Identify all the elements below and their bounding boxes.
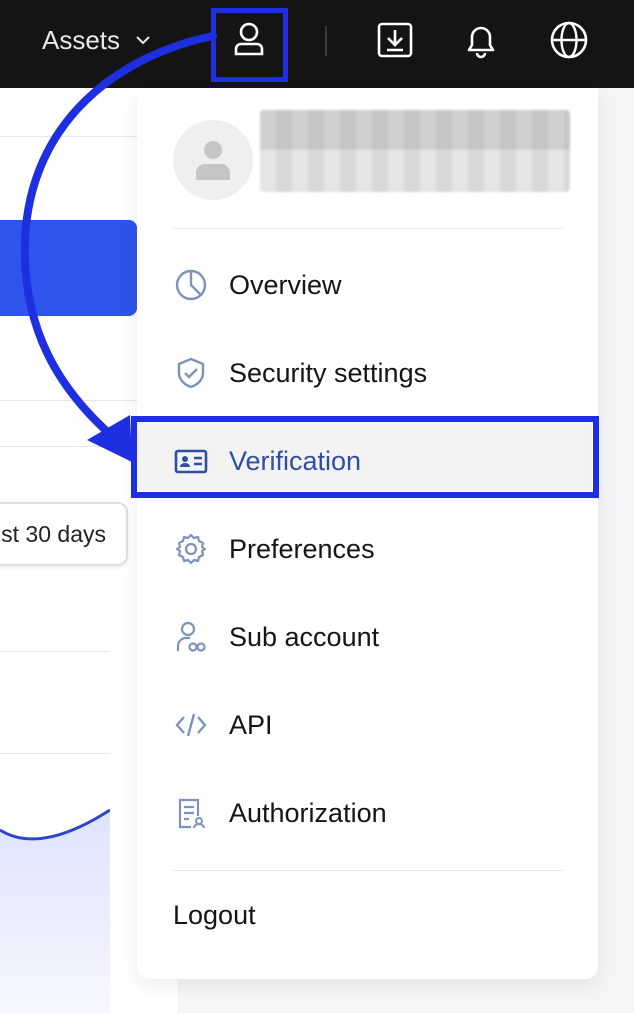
menu-item-label: Security settings: [229, 357, 428, 388]
verification-highlight-box: [131, 416, 599, 498]
menu-item-authorization[interactable]: Authorization: [173, 783, 563, 843]
menu-item-preferences[interactable]: Preferences: [173, 519, 563, 579]
profile-username-blurred: (blurred): [260, 110, 570, 192]
divider: [173, 228, 563, 229]
menu-item-overview[interactable]: Overview: [173, 255, 563, 315]
divider: [0, 753, 110, 754]
code-icon: [173, 707, 209, 743]
menu-item-label: API: [229, 709, 273, 740]
logout-button[interactable]: Logout: [173, 900, 256, 931]
gear-icon: [173, 531, 209, 567]
menu-item-label: Preferences: [229, 533, 375, 564]
bell-icon[interactable]: [457, 16, 505, 64]
download-icon[interactable]: [371, 16, 419, 64]
date-range-label: st 30 days: [1, 520, 106, 547]
nav-divider: [325, 26, 327, 56]
shield-check-icon: [173, 355, 209, 391]
divider: [0, 400, 137, 401]
pie-chart-icon: [173, 267, 209, 303]
menu-item-security-settings[interactable]: Security settings: [173, 343, 563, 403]
divider: [173, 870, 563, 871]
menu-item-sub-account[interactable]: Sub account: [173, 607, 563, 667]
globe-icon[interactable]: [545, 16, 593, 64]
assets-label: Assets: [42, 24, 121, 55]
chevron-down-icon: [136, 36, 150, 45]
menu-item-label: Authorization: [229, 797, 387, 828]
menu-item-label: Sub account: [229, 621, 380, 652]
date-range-button[interactable]: st 30 days: [0, 502, 128, 566]
divider: [0, 446, 137, 447]
primary-action-button[interactable]: [0, 220, 137, 316]
profile-dropdown-menu: (blurred) Overview Security settings Ver…: [134, 88, 598, 979]
menu-item-api[interactable]: API: [173, 695, 563, 755]
sub-account-icon: [173, 619, 209, 655]
menu-item-label: Overview: [229, 269, 342, 300]
divider: [0, 136, 137, 137]
avatar-person-icon: [196, 141, 230, 180]
divider: [0, 651, 110, 652]
background-chart-area: [0, 808, 110, 1013]
avatar: [173, 120, 253, 200]
top-nav-bar: Assets: [0, 0, 634, 88]
assets-menu[interactable]: Assets: [42, 22, 152, 58]
authorization-doc-icon: [173, 795, 209, 831]
user-icon-highlight-box: [211, 8, 288, 82]
